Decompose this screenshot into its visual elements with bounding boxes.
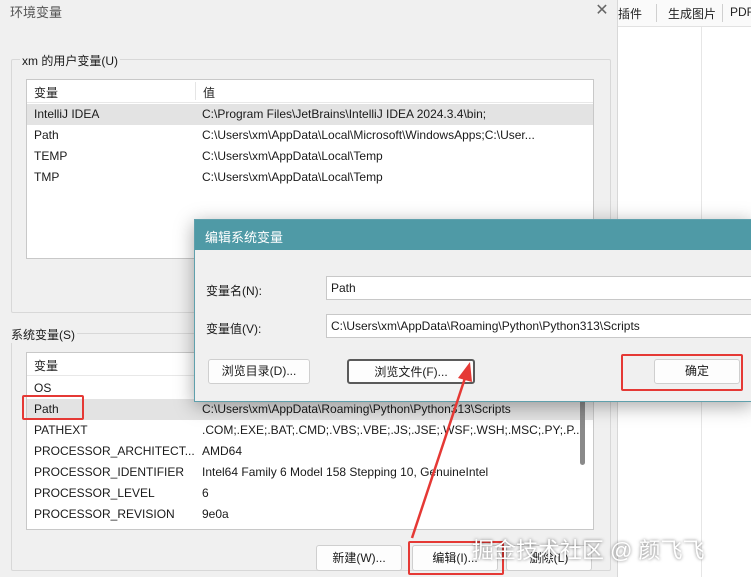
watermark: 掘金技术社区 @ 颜飞飞 xyxy=(472,538,705,563)
annotation-arrow-icon xyxy=(410,362,472,539)
